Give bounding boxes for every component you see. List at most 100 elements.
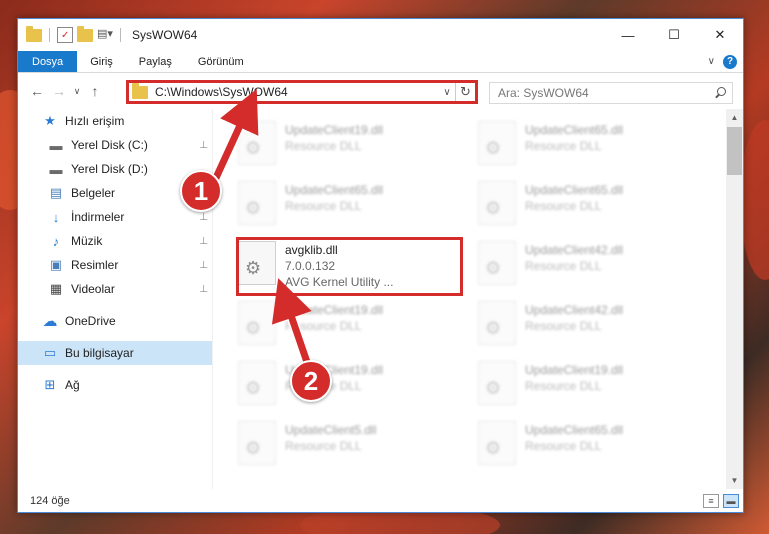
details-view-icon[interactable]: ≡ bbox=[703, 494, 719, 508]
file-name: UpdateClient65.dll bbox=[285, 183, 384, 197]
expand-ribbon-icon[interactable]: ∨ bbox=[708, 56, 715, 67]
file-item[interactable]: UpdateClient5.dll Resource DLL bbox=[238, 421, 468, 477]
sidebar-item-downloads[interactable]: ↓ İndirmeler ⊥ bbox=[18, 205, 212, 229]
file-type: Resource DLL bbox=[525, 319, 602, 333]
sidebar-item-label: Müzik bbox=[71, 234, 103, 248]
file-type: Resource DLL bbox=[285, 319, 362, 333]
file-item[interactable]: UpdateClient65.dll Resource DLL bbox=[478, 121, 708, 177]
item-count: 124 öğe bbox=[30, 495, 70, 507]
sidebar-item-music[interactable]: ♪ Müzik ⊥ bbox=[18, 229, 212, 253]
file-item[interactable]: UpdateClient65.dll Resource DLL bbox=[238, 181, 468, 237]
sidebar-item-videos[interactable]: ▦ Videolar ⊥ bbox=[18, 277, 212, 301]
sidebar-item-label: Hızlı erişim bbox=[65, 114, 125, 128]
tab-home[interactable]: Giriş bbox=[77, 51, 126, 72]
dll-file-icon bbox=[478, 241, 516, 285]
file-item[interactable]: UpdateClient42.dll Resource DLL bbox=[478, 241, 708, 297]
sidebar-item-label: Ağ bbox=[65, 378, 80, 392]
ribbon-tabs: Dosya Giriş Paylaş Görünüm ∨ ? bbox=[18, 51, 743, 73]
tiles-view-icon[interactable]: ▬ bbox=[723, 494, 739, 508]
step-badge-2: 2 bbox=[290, 360, 332, 402]
close-button[interactable]: ✕ bbox=[697, 19, 743, 51]
pin-icon: ⊥ bbox=[199, 259, 208, 271]
scroll-thumb[interactable] bbox=[727, 127, 742, 175]
properties-icon[interactable]: ✓ bbox=[57, 27, 73, 43]
file-item[interactable]: UpdateClient19.dll Resource DLL bbox=[478, 361, 708, 417]
file-name: UpdateClient65.dll bbox=[525, 123, 624, 137]
window-title: SysWOW64 bbox=[132, 28, 198, 42]
recent-locations-button[interactable]: ∨ bbox=[70, 80, 84, 102]
file-name: UpdateClient5.dll bbox=[285, 423, 377, 437]
address-bar[interactable]: C:\Windows\SysWOW64 ∨ ↻ bbox=[126, 80, 478, 104]
file-type: Resource DLL bbox=[525, 199, 602, 213]
address-path[interactable]: C:\Windows\SysWOW64 bbox=[155, 85, 439, 99]
pane-divider bbox=[212, 109, 213, 489]
explorer-window: ✓ ▤▾ SysWOW64 — ☐ ✕ Dosya Giriş Paylaş G… bbox=[17, 18, 744, 513]
file-name: UpdateClient19.dll bbox=[285, 303, 384, 317]
divider bbox=[120, 28, 121, 42]
dll-file-icon bbox=[238, 421, 276, 465]
back-button[interactable]: ← bbox=[26, 80, 48, 102]
refresh-button[interactable]: ↻ bbox=[455, 83, 475, 101]
file-name: UpdateClient65.dll bbox=[525, 423, 624, 437]
sidebar-item-onedrive[interactable]: ☁ OneDrive bbox=[18, 309, 212, 333]
file-name: UpdateClient19.dll bbox=[525, 363, 624, 377]
file-item[interactable]: UpdateClient42.dll Resource DLL bbox=[478, 301, 708, 357]
file-type: Resource DLL bbox=[525, 439, 602, 453]
file-item[interactable]: UpdateClient65.dll Resource DLL bbox=[478, 181, 708, 237]
scroll-up-icon[interactable]: ▲ bbox=[726, 109, 743, 126]
computer-icon: ▭ bbox=[43, 345, 57, 360]
file-type: Resource DLL bbox=[285, 439, 362, 453]
file-item[interactable]: UpdateClient65.dll Resource DLL bbox=[478, 421, 708, 477]
maximize-button[interactable]: ☐ bbox=[651, 19, 697, 51]
pin-icon: ⊥ bbox=[199, 211, 208, 223]
videos-icon: ▦ bbox=[49, 281, 63, 296]
pin-icon: ⊥ bbox=[199, 283, 208, 295]
sidebar-item-label: Resimler bbox=[71, 258, 119, 272]
sidebar-item-network[interactable]: ⊞ Ağ bbox=[18, 373, 212, 397]
folder-icon bbox=[26, 25, 42, 42]
file-name: UpdateClient42.dll bbox=[525, 243, 624, 257]
background-foliage bbox=[740, 120, 769, 280]
tab-view[interactable]: Görünüm bbox=[185, 51, 257, 72]
title-bar: ✓ ▤▾ SysWOW64 — ☐ ✕ bbox=[18, 19, 743, 51]
tab-file[interactable]: Dosya bbox=[18, 51, 78, 72]
divider bbox=[49, 28, 50, 42]
file-name: UpdateClient42.dll bbox=[525, 303, 624, 317]
music-icon: ♪ bbox=[52, 233, 60, 249]
file-item[interactable]: UpdateClient19.dllResource DLL bbox=[238, 121, 468, 177]
help-icon[interactable]: ? bbox=[723, 54, 737, 69]
drive-icon: ▬ bbox=[49, 137, 63, 153]
file-type: Resource DLL bbox=[285, 199, 362, 213]
status-bar: 124 öğe ≡ ▬ bbox=[18, 490, 743, 512]
file-type: Resource DLL bbox=[525, 379, 602, 393]
file-type: Resource DLL bbox=[525, 259, 602, 273]
dll-file-icon bbox=[478, 121, 516, 165]
sidebar-item-local-disk-c[interactable]: ▬ Yerel Disk (C:) ⊥ bbox=[18, 133, 212, 157]
network-icon: ⊞ bbox=[44, 377, 56, 392]
up-button[interactable]: ↑ bbox=[84, 80, 106, 102]
file-item[interactable]: UpdateClient19.dll Resource DLL bbox=[238, 301, 468, 357]
vertical-scrollbar[interactable]: ▲ ▼ bbox=[726, 109, 743, 489]
file-item[interactable]: UpdateClient19.dllResource DLL bbox=[238, 361, 468, 417]
cloud-icon: ☁ bbox=[42, 313, 58, 330]
sidebar-item-pictures[interactable]: ▣ Resimler ⊥ bbox=[18, 253, 212, 277]
sidebar-item-label: Videolar bbox=[71, 282, 115, 296]
scroll-down-icon[interactable]: ▼ bbox=[726, 472, 743, 489]
dll-file-icon bbox=[238, 361, 276, 405]
folder-icon bbox=[132, 82, 148, 99]
minimize-button[interactable]: — bbox=[605, 19, 651, 51]
sidebar-item-label: Yerel Disk (D:) bbox=[71, 162, 148, 176]
search-input[interactable]: Ara: SysWOW64 bbox=[489, 82, 733, 104]
forward-button[interactable]: → bbox=[48, 80, 70, 102]
tab-share[interactable]: Paylaş bbox=[126, 51, 185, 72]
new-folder-icon[interactable] bbox=[77, 25, 93, 42]
sidebar-item-this-pc[interactable]: ▭ Bu bilgisayar bbox=[18, 341, 212, 365]
address-dropdown-icon[interactable]: ∨ bbox=[439, 87, 455, 98]
dll-file-icon bbox=[238, 301, 276, 345]
sidebar-item-local-disk-d[interactable]: ▬ Yerel Disk (D:) bbox=[18, 157, 212, 181]
customize-toolbar-icon[interactable]: ▤▾ bbox=[97, 27, 113, 43]
documents-icon: ▤ bbox=[49, 185, 63, 200]
sidebar-item-label: Bu bilgisayar bbox=[65, 346, 134, 360]
sidebar-item-quick-access[interactable]: ★ Hızlı erişim bbox=[18, 109, 212, 133]
